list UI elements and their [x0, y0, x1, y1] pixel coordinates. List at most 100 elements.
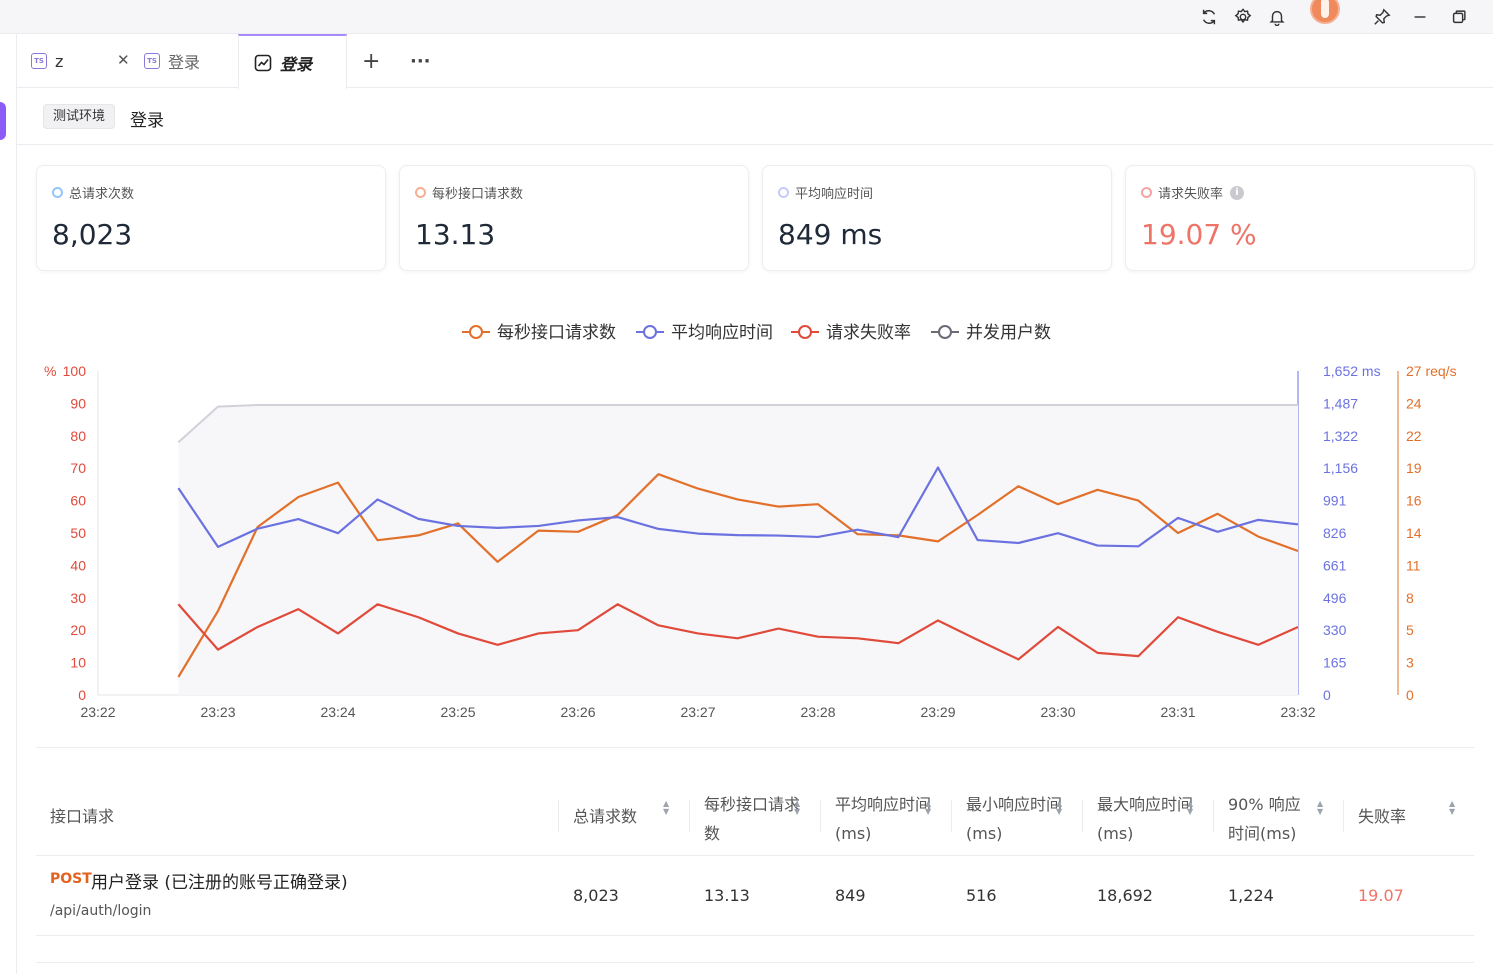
sort-icon[interactable]: ▲ ▼ [663, 800, 669, 816]
sort-icon[interactable]: ▲ ▼ [1056, 800, 1062, 816]
column-divider [951, 800, 952, 832]
col-p90[interactable]: 90% 响应时间(ms) [1228, 790, 1314, 848]
mid-tick-label: 165 [1323, 655, 1347, 671]
legend-marker [643, 325, 657, 339]
test-name: 登录 [130, 111, 164, 131]
right-tick-label: 22 [1406, 428, 1422, 444]
api-path: /api/auth/login [50, 903, 152, 919]
table-row[interactable]: POST 用户登录 (已注册的账号正确登录) /api/auth/login 8… [36, 856, 1474, 936]
sort-icon[interactable]: ▲ ▼ [1317, 800, 1323, 816]
stat-label: 总请求次数 [69, 187, 135, 202]
stat-label: 请求失败率 [1158, 187, 1224, 202]
tab-z[interactable]: TS z ✕ [31, 34, 131, 88]
stat-label: 每秒接口请求数 [432, 187, 524, 202]
divider [36, 962, 1474, 963]
legend-marker [798, 325, 812, 339]
pin-icon[interactable] [1365, 0, 1399, 34]
x-tick-label: 23:26 [560, 704, 595, 720]
tab-login-active[interactable]: 登录 [238, 34, 347, 89]
avatar[interactable] [1310, 0, 1340, 24]
sort-icon[interactable]: ▲ ▼ [1187, 800, 1193, 816]
mid-tick-label: 991 [1323, 493, 1347, 509]
left-tick-label: 30 [70, 590, 86, 606]
column-divider [820, 800, 821, 832]
add-tab-icon[interactable]: + [362, 34, 382, 88]
tab-bar: TS z ✕ TS 登录 登录 + ··· [17, 34, 1493, 89]
mid-tick-label: 661 [1323, 557, 1347, 573]
title-bar [0, 0, 1493, 34]
right-tick-label: 24 [1406, 395, 1422, 411]
legend-label: 请求失败率 [826, 323, 911, 342]
mid-tick-label: 1,322 [1323, 428, 1358, 444]
environment-tag[interactable]: 测试环境 [43, 104, 116, 129]
tab-label: z [55, 51, 64, 71]
legend-label: 每秒接口请求数 [497, 323, 616, 342]
sort-icon[interactable]: ▲ ▼ [925, 800, 931, 816]
stat-card-rps: 每秒接口请求数 13.13 [399, 165, 749, 271]
left-tick-label: 100 [63, 363, 87, 379]
col-label: 总请求数 [573, 807, 638, 826]
gear-icon[interactable] [1226, 0, 1260, 34]
left-tick-label: 20 [70, 622, 86, 638]
stat-label: 平均响应时间 [795, 187, 874, 202]
ts-icon: TS [31, 53, 47, 69]
x-tick-label: 23:22 [80, 704, 115, 720]
x-tick-label: 23:29 [920, 704, 955, 720]
cell-avg: 849 [835, 886, 866, 905]
cell-p90: 1,224 [1228, 886, 1274, 905]
col-rps[interactable]: 每秒接口请求数 [704, 790, 800, 848]
stat-card-fail-rate: 请求失败率 i 19.07 % [1125, 165, 1475, 271]
stat-value: 19.07 % [1141, 218, 1257, 251]
x-tick-label: 23:23 [200, 704, 235, 720]
mid-tick-label: 496 [1323, 590, 1347, 606]
x-tick-label: 23:28 [800, 704, 835, 720]
col-avg[interactable]: 平均响应时间(ms) [835, 790, 931, 848]
col-api: 接口请求 [50, 807, 115, 826]
right-tick-label: 5 [1406, 622, 1414, 638]
right-tick-label: 16 [1406, 493, 1422, 509]
minimize-icon[interactable] [1403, 0, 1437, 34]
divider [36, 747, 1474, 748]
close-icon[interactable]: ✕ [117, 51, 130, 69]
refresh-icon[interactable] [1192, 0, 1226, 34]
sort-icon[interactable]: ▲ ▼ [1449, 800, 1455, 816]
right-tick-label: 0 [1406, 687, 1414, 703]
right-tick-label: 11 [1406, 557, 1421, 573]
sort-icon[interactable]: ▲ ▼ [794, 800, 800, 816]
right-tick-label: 27 req/s [1406, 363, 1457, 379]
restore-icon[interactable] [1442, 0, 1476, 34]
bell-icon[interactable] [1260, 0, 1294, 34]
info-icon[interactable]: i [1230, 185, 1245, 200]
column-divider [1343, 800, 1344, 832]
stat-value: 8,023 [52, 218, 133, 251]
mid-tick-label: 330 [1323, 622, 1347, 638]
column-divider [1082, 800, 1083, 832]
left-tick-label: 10 [70, 655, 86, 671]
dot-icon [778, 187, 789, 198]
col-total[interactable]: 总请求数 [573, 802, 637, 831]
legend-marker [938, 325, 952, 339]
cell-fail: 19.07 [1358, 886, 1404, 905]
more-icon[interactable]: ··· [410, 34, 434, 88]
tab-login-1[interactable]: TS 登录 [144, 34, 238, 88]
cell-rps: 13.13 [704, 886, 750, 905]
col-fail[interactable]: 失败率 [1358, 802, 1406, 831]
cell-min: 516 [966, 886, 997, 905]
stat-card-total: 总请求次数 8,023 [36, 165, 386, 271]
tab-label: 登录 [280, 54, 313, 74]
x-tick-label: 23:30 [1040, 704, 1075, 720]
column-divider [558, 800, 559, 832]
rail-indicator [0, 102, 6, 140]
right-tick-label: 19 [1406, 460, 1422, 476]
x-tick-label: 23:25 [440, 704, 475, 720]
dot-icon [52, 187, 63, 198]
column-divider [1213, 800, 1214, 832]
legend-label: 平均响应时间 [671, 323, 773, 342]
x-tick-label: 23:24 [320, 704, 355, 720]
left-tick-label: 90 [70, 395, 86, 411]
col-max[interactable]: 最大响应时间(ms) [1097, 790, 1193, 848]
left-rail [0, 34, 17, 974]
x-tick-label: 23:31 [1160, 704, 1195, 720]
col-min[interactable]: 最小响应时间(ms) [966, 790, 1062, 848]
stat-value: 849 ms [778, 218, 883, 251]
